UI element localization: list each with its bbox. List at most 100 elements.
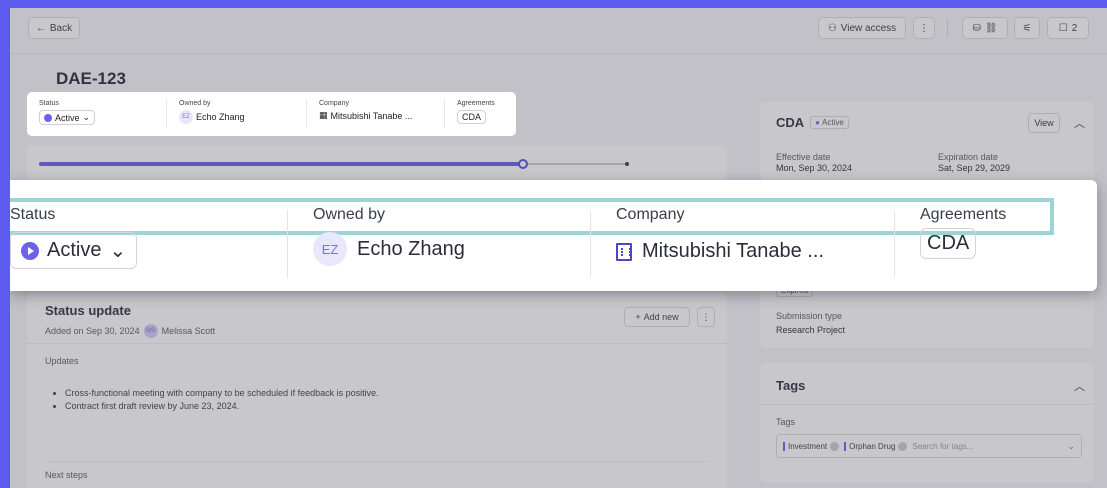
plus-icon: + [635, 312, 641, 322]
next-steps-label: Next steps [45, 470, 88, 480]
comments-button[interactable]: ☐ 2 [1047, 17, 1089, 39]
company-label: Company [616, 206, 685, 223]
avatar: EZ [313, 232, 347, 266]
author-name: Melissa Scott [161, 326, 216, 336]
chevron-down-icon: ⌄ [82, 112, 91, 122]
status-update-card: Status update Added on Sep 30, 2024 MS M… [27, 293, 727, 488]
zoom-status-col: Status Active ⌄ [10, 206, 138, 276]
tags-input[interactable]: Investment Orphan Drug Search for tags..… [776, 434, 1082, 458]
avatar: EZ [179, 110, 193, 124]
updates-list: Cross-functional meeting with company to… [55, 387, 379, 413]
divider [760, 404, 1094, 405]
users-icon: ⚇ [827, 22, 837, 34]
more-options-button[interactable]: ⋮ [913, 17, 935, 39]
list-item: Contract first draft review by June 23, … [65, 400, 379, 413]
files-links-button[interactable]: ⛁ ⛓ [962, 17, 1008, 39]
info-status-col: Status Active ⌄ [27, 100, 167, 128]
status-label: Status [10, 206, 56, 223]
tags-label: Tags [776, 417, 796, 427]
owner-label: Owned by [313, 206, 386, 223]
link-icon: ⛓ [984, 22, 998, 34]
view-access-button[interactable]: ⚇ View access [818, 17, 906, 39]
status-label: Status [39, 100, 59, 107]
avatar: MS [143, 324, 158, 338]
cda-title: CDA ● Active [776, 115, 849, 130]
info-owner-col: Owned by EZ Echo Zhang [167, 100, 307, 128]
company-link[interactable]: Mitsubishi Tanabe ... [642, 240, 824, 263]
hierarchy-button[interactable]: ⚟ [1014, 17, 1040, 39]
back-button[interactable]: ← Back [28, 17, 80, 39]
chevron-up-icon[interactable]: ︿ [1074, 115, 1085, 131]
info-agreements-col: Agreements CDA [445, 100, 515, 128]
zoom-company-col: Company Mitsubishi Tanabe ... [616, 206, 824, 276]
agreement-chip[interactable]: CDA [457, 110, 487, 124]
zoom-owner-col: Owned by EZ Echo Zhang [313, 206, 465, 276]
building-icon: ▦ [319, 110, 328, 120]
remove-tag-icon[interactable] [898, 441, 908, 451]
expiration-date-label: Expiration date [938, 152, 999, 162]
owner-label: Owned by [179, 100, 211, 107]
updates-label: Updates [45, 356, 79, 366]
tag-color-icon [844, 441, 847, 451]
status-dropdown[interactable]: Active ⌄ [10, 232, 138, 269]
status-update-meta: Added on Sep 30, 2024 MS Melissa Scott [45, 324, 216, 338]
play-icon [44, 113, 52, 122]
owner-name[interactable]: Echo Zhang [357, 238, 465, 261]
info-strip: Status Active ⌄ Owned by EZ Echo Zhang C… [27, 92, 516, 136]
comment-icon: ☐ [1058, 22, 1068, 34]
tags-search-placeholder[interactable]: Search for tags... [912, 442, 973, 451]
submission-type-value: Research Project [776, 325, 846, 335]
divider [27, 343, 727, 344]
status-badge: ● Active [810, 116, 849, 129]
progress-track [39, 159, 629, 169]
tag-chip[interactable]: Investment [783, 441, 840, 451]
list-item: Cross-functional meeting with company to… [65, 387, 379, 400]
app-window: ← Back ⚇ View access ⋮ ⛁ ⛓ ⚟ ☐ 2 DAE-123… [10, 8, 1107, 488]
effective-date-label: Effective date [776, 152, 831, 162]
tags-panel: Tags ︿ Tags Investment Orphan Drug Searc… [760, 362, 1094, 482]
company-label: Company [319, 100, 349, 107]
expiration-date-value: Sat, Sep 29, 2029 [938, 163, 1011, 173]
divider [45, 461, 709, 462]
submission-type-label: Submission type [776, 311, 843, 321]
chevron-down-icon[interactable]: ⌄ [1067, 441, 1075, 452]
play-icon: ● [815, 118, 821, 127]
status-dropdown[interactable]: Active ⌄ [39, 110, 96, 125]
info-company-col: Company ▦ Mitsubishi Tanabe ... [307, 100, 445, 128]
page-title: DAE-123 [56, 69, 126, 88]
chevron-up-icon[interactable]: ︿ [1074, 378, 1085, 394]
building-icon [616, 242, 632, 261]
toolbar-divider [947, 19, 948, 37]
divider [287, 210, 288, 278]
agreements-label: Agreements [920, 206, 1007, 223]
database-icon: ⛁ [972, 22, 981, 34]
tag-chip[interactable]: Orphan Drug [844, 441, 908, 451]
highlight-band [10, 198, 1054, 235]
agreements-label: Agreements [457, 100, 495, 107]
hierarchy-icon: ⚟ [1022, 22, 1032, 34]
tag-color-icon [783, 441, 785, 451]
progress-card [27, 145, 727, 181]
view-button[interactable]: View [1028, 113, 1060, 133]
status-update-title: Status update [45, 303, 131, 318]
zoom-agreements-col: Agreements CDA [920, 206, 1006, 276]
divider [894, 210, 895, 278]
progress-knob[interactable] [517, 159, 528, 169]
company-link[interactable]: Mitsubishi Tanabe ... [331, 111, 413, 121]
divider [590, 210, 591, 278]
progress-step [625, 162, 629, 166]
progress-fill [39, 162, 523, 166]
remove-tag-icon[interactable] [830, 441, 840, 451]
agreement-chip[interactable]: CDA [920, 228, 977, 259]
chevron-down-icon: ⌄ [109, 240, 127, 262]
cda-panel: CDA ● Active View ︿ Effective date Mon, … [760, 102, 1094, 180]
tags-title: Tags [776, 378, 806, 393]
zoomed-info-strip: Status Active ⌄ Owned by EZ Echo Zhang C… [10, 180, 1097, 291]
effective-date-value: Mon, Sep 30, 2024 [776, 163, 853, 173]
owner-name[interactable]: Echo Zhang [196, 112, 245, 122]
play-icon [21, 241, 39, 260]
status-more-button[interactable]: ⋮ [697, 307, 715, 327]
top-bar: ← Back ⚇ View access ⋮ ⛁ ⛓ ⚟ ☐ 2 [10, 8, 1107, 54]
add-new-button[interactable]: + Add new [624, 307, 690, 327]
arrow-left-icon: ← [35, 22, 46, 34]
